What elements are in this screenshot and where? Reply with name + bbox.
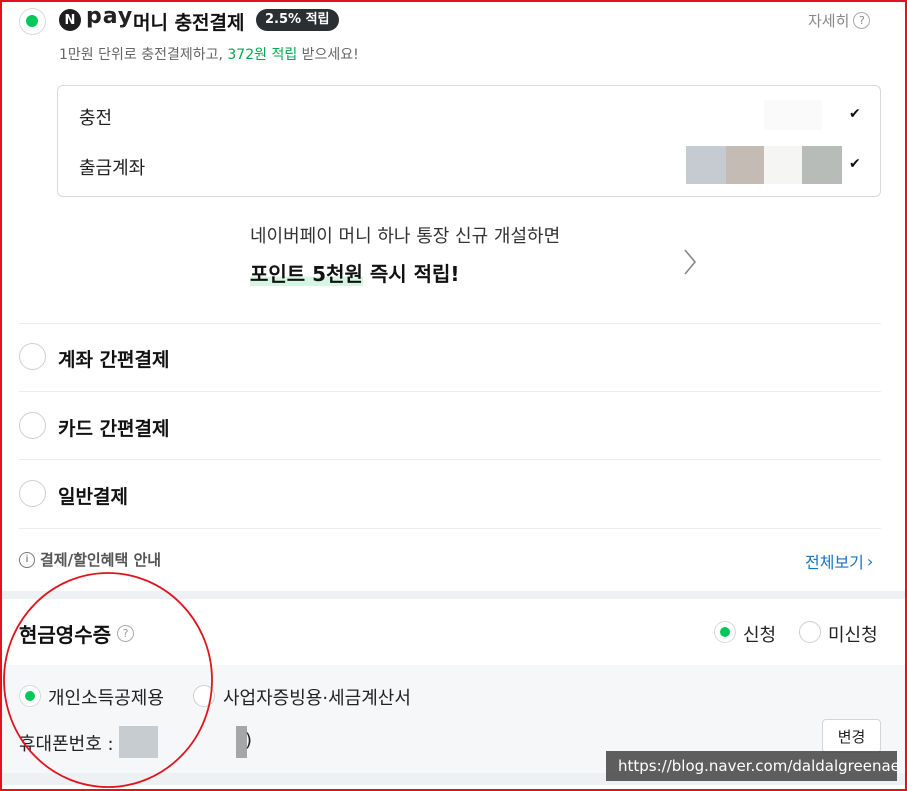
- desc-highlight: 372원 적립: [227, 47, 298, 63]
- charge-amount-mask: [764, 100, 822, 130]
- receipt-apply-label[interactable]: 신청: [743, 621, 776, 647]
- npay-logo-icon: N: [59, 9, 81, 31]
- benefit-info[interactable]: i 결제/할인혜택 안내: [19, 549, 161, 570]
- charge-check-icon: ✔: [849, 106, 861, 122]
- business-proof-label[interactable]: 사업자증빙용·세금계산서: [223, 684, 411, 710]
- divider: [19, 459, 881, 460]
- account-check-icon[interactable]: ✔: [849, 156, 861, 172]
- desc-prefix: 1만원 단위로 충전결제하고,: [59, 47, 228, 63]
- receipt-apply-radio[interactable]: [714, 621, 736, 643]
- promo-chevron-right-icon[interactable]: [683, 248, 697, 276]
- npay-logo-letter: N: [64, 12, 76, 28]
- help-icon: ?: [853, 12, 871, 29]
- account-easy-pay-radio[interactable]: [19, 343, 46, 370]
- promo-line2: 포인트 5천원 즉시 적립!: [250, 258, 710, 287]
- receipt-no-apply-label[interactable]: 미신청: [828, 621, 878, 647]
- charge-account-box: 충전 ✔ 출금계좌 ✔: [57, 85, 881, 197]
- promo-line1: 네이버페이 머니 하나 통장 신규 개설하면: [250, 226, 561, 247]
- divider: [19, 391, 881, 392]
- receipt-no-apply-radio[interactable]: [799, 621, 821, 643]
- account-mask-2: [726, 146, 764, 184]
- benefit-info-label: 결제/할인혜택 안내: [40, 551, 162, 569]
- charge-label: 충전: [79, 108, 113, 129]
- detail-link-label: 자세히: [808, 12, 850, 30]
- reward-badge: 2.5% 적립: [256, 9, 339, 31]
- chevron-right-icon: ›: [866, 551, 874, 571]
- info-icon: i: [19, 551, 35, 568]
- view-all-link[interactable]: 전체보기 ›: [805, 549, 873, 573]
- npay-title: 머니 충전결제: [133, 12, 245, 34]
- promo-rest: 즉시 적립!: [362, 262, 460, 286]
- card-easy-pay-radio[interactable]: [19, 412, 46, 439]
- blog-watermark: https://blog.naver.com/daldalgreenae: [606, 751, 900, 781]
- view-all-label: 전체보기: [805, 553, 864, 572]
- npay-money-radio[interactable]: [19, 8, 46, 35]
- account-mask-3: [764, 146, 802, 184]
- general-pay-radio[interactable]: [19, 480, 46, 507]
- phone-tail: ): [245, 730, 253, 751]
- divider: [19, 528, 881, 529]
- account-easy-pay-label[interactable]: 계좌 간편결제: [58, 345, 170, 372]
- desc-suffix: 받으세요!: [297, 47, 359, 63]
- promo-banner[interactable]: 네이버페이 머니 하나 통장 신규 개설하면 포인트 5천원 즉시 적립!: [250, 222, 710, 302]
- npay-pay-text: pay: [86, 4, 134, 29]
- npay-description: 1만원 단위로 충전결제하고, 372원 적립 받으세요!: [59, 44, 359, 64]
- promo-highlight: 포인트 5천원: [250, 262, 363, 286]
- divider: [19, 323, 881, 324]
- change-phone-button[interactable]: 변경: [822, 719, 881, 753]
- card-easy-pay-label[interactable]: 카드 간편결제: [58, 414, 170, 441]
- annotation-circle: [3, 572, 213, 788]
- detail-link[interactable]: 자세히 ?: [808, 10, 871, 31]
- account-mask-1: [686, 146, 726, 184]
- general-pay-label[interactable]: 일반결제: [58, 482, 128, 509]
- account-label: 출금계좌: [79, 158, 146, 179]
- account-mask-4: [802, 146, 842, 184]
